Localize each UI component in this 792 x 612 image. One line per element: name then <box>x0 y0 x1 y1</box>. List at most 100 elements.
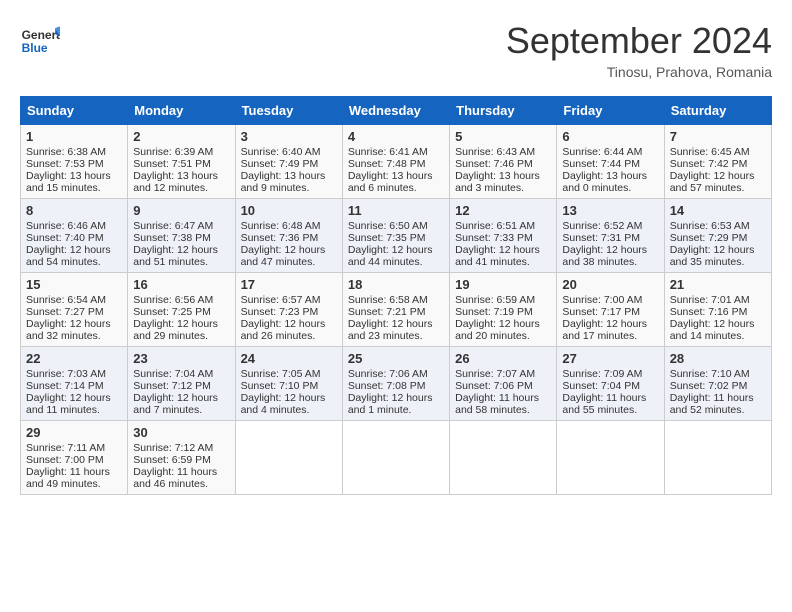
day-info: Daylight: 12 hours <box>133 392 229 404</box>
day-info: Sunset: 7:29 PM <box>670 232 766 244</box>
day-info: and 29 minutes. <box>133 330 229 342</box>
day-info: Sunrise: 7:12 AM <box>133 442 229 454</box>
weekday-header: Tuesday <box>235 97 342 125</box>
day-number: 27 <box>562 351 658 366</box>
calendar-cell <box>235 421 342 495</box>
calendar-cell: 24Sunrise: 7:05 AMSunset: 7:10 PMDayligh… <box>235 347 342 421</box>
day-info: Daylight: 12 hours <box>133 318 229 330</box>
calendar-cell: 4Sunrise: 6:41 AMSunset: 7:48 PMDaylight… <box>342 125 449 199</box>
calendar-cell: 23Sunrise: 7:04 AMSunset: 7:12 PMDayligh… <box>128 347 235 421</box>
calendar-cell: 8Sunrise: 6:46 AMSunset: 7:40 PMDaylight… <box>21 199 128 273</box>
day-info: Sunset: 6:59 PM <box>133 454 229 466</box>
day-info: and 11 minutes. <box>26 404 122 416</box>
day-info: Sunset: 7:27 PM <box>26 306 122 318</box>
day-number: 8 <box>26 203 122 218</box>
day-number: 14 <box>670 203 766 218</box>
day-info: Daylight: 11 hours <box>133 466 229 478</box>
day-info: and 4 minutes. <box>241 404 337 416</box>
day-info: and 15 minutes. <box>26 182 122 194</box>
day-info: and 46 minutes. <box>133 478 229 490</box>
weekday-header: Friday <box>557 97 664 125</box>
weekday-header: Wednesday <box>342 97 449 125</box>
day-info: and 9 minutes. <box>241 182 337 194</box>
day-info: Sunset: 7:48 PM <box>348 158 444 170</box>
day-info: and 7 minutes. <box>133 404 229 416</box>
day-info: Daylight: 12 hours <box>455 244 551 256</box>
day-number: 21 <box>670 277 766 292</box>
day-info: Sunrise: 6:58 AM <box>348 294 444 306</box>
day-info: Sunrise: 6:41 AM <box>348 146 444 158</box>
day-number: 1 <box>26 129 122 144</box>
day-number: 19 <box>455 277 551 292</box>
day-number: 15 <box>26 277 122 292</box>
day-info: Sunset: 7:10 PM <box>241 380 337 392</box>
calendar-cell: 17Sunrise: 6:57 AMSunset: 7:23 PMDayligh… <box>235 273 342 347</box>
day-info: and 1 minute. <box>348 404 444 416</box>
day-info: Sunrise: 6:47 AM <box>133 220 229 232</box>
day-number: 24 <box>241 351 337 366</box>
day-info: Sunset: 7:49 PM <box>241 158 337 170</box>
day-info: and 47 minutes. <box>241 256 337 268</box>
day-number: 6 <box>562 129 658 144</box>
calendar-cell: 15 Sunrise: 6:54 AMSunset: 7:27 PMDayligh… <box>21 273 128 347</box>
day-info: and 0 minutes. <box>562 182 658 194</box>
day-info: Sunrise: 6:56 AM <box>133 294 229 306</box>
day-info: and 17 minutes. <box>562 330 658 342</box>
day-info: Daylight: 12 hours <box>670 170 766 182</box>
day-info: Daylight: 12 hours <box>241 318 337 330</box>
day-number: 11 <box>348 203 444 218</box>
day-info: Daylight: 12 hours <box>455 318 551 330</box>
day-info: Sunrise: 6:43 AM <box>455 146 551 158</box>
day-info: Daylight: 13 hours <box>241 170 337 182</box>
day-number: 26 <box>455 351 551 366</box>
logo-icon: General Blue <box>20 20 60 60</box>
day-info: Daylight: 11 hours <box>562 392 658 404</box>
day-info: Sunset: 7:53 PM <box>26 158 122 170</box>
day-info: Sunset: 7:40 PM <box>26 232 122 244</box>
day-info: and 44 minutes. <box>348 256 444 268</box>
day-number: 2 <box>133 129 229 144</box>
weekday-header: Saturday <box>664 97 771 125</box>
day-info: Sunset: 7:51 PM <box>133 158 229 170</box>
day-number: 18 <box>348 277 444 292</box>
weekday-header: Thursday <box>450 97 557 125</box>
day-info: Sunset: 7:06 PM <box>455 380 551 392</box>
day-info: Daylight: 12 hours <box>26 318 122 330</box>
day-info: Sunset: 7:19 PM <box>455 306 551 318</box>
calendar-cell: 30Sunrise: 7:12 AMSunset: 6:59 PMDayligh… <box>128 421 235 495</box>
svg-text:Blue: Blue <box>22 41 48 55</box>
day-info: Sunset: 7:08 PM <box>348 380 444 392</box>
day-info: Sunset: 7:02 PM <box>670 380 766 392</box>
day-info: Sunrise: 6:40 AM <box>241 146 337 158</box>
day-info: Daylight: 13 hours <box>133 170 229 182</box>
month-title: September 2024 <box>506 20 772 62</box>
day-info: Sunset: 7:00 PM <box>26 454 122 466</box>
day-info: and 12 minutes. <box>133 182 229 194</box>
day-number: 3 <box>241 129 337 144</box>
day-info: Sunrise: 6:46 AM <box>26 220 122 232</box>
day-info: Sunrise: 7:11 AM <box>26 442 122 454</box>
day-info: Daylight: 12 hours <box>348 318 444 330</box>
day-info: Sunset: 7:25 PM <box>133 306 229 318</box>
calendar-cell: 16Sunrise: 6:56 AMSunset: 7:25 PMDayligh… <box>128 273 235 347</box>
calendar-cell <box>557 421 664 495</box>
day-info: Sunrise: 7:04 AM <box>133 368 229 380</box>
day-info: Sunrise: 6:54 AM <box>26 294 122 306</box>
day-info: and 54 minutes. <box>26 256 122 268</box>
day-info: Sunset: 7:35 PM <box>348 232 444 244</box>
day-info: Sunrise: 6:52 AM <box>562 220 658 232</box>
day-info: Sunrise: 7:00 AM <box>562 294 658 306</box>
calendar-cell: 12Sunrise: 6:51 AMSunset: 7:33 PMDayligh… <box>450 199 557 273</box>
calendar-cell: 11Sunrise: 6:50 AMSunset: 7:35 PMDayligh… <box>342 199 449 273</box>
calendar-cell: 29Sunrise: 7:11 AMSunset: 7:00 PMDayligh… <box>21 421 128 495</box>
day-info: Sunrise: 6:38 AM <box>26 146 122 158</box>
calendar-cell: 27Sunrise: 7:09 AMSunset: 7:04 PMDayligh… <box>557 347 664 421</box>
day-info: and 52 minutes. <box>670 404 766 416</box>
day-info: and 20 minutes. <box>455 330 551 342</box>
day-info: Daylight: 13 hours <box>348 170 444 182</box>
day-number: 28 <box>670 351 766 366</box>
day-info: Sunrise: 6:53 AM <box>670 220 766 232</box>
day-number: 13 <box>562 203 658 218</box>
day-info: Daylight: 13 hours <box>26 170 122 182</box>
day-info: and 38 minutes. <box>562 256 658 268</box>
